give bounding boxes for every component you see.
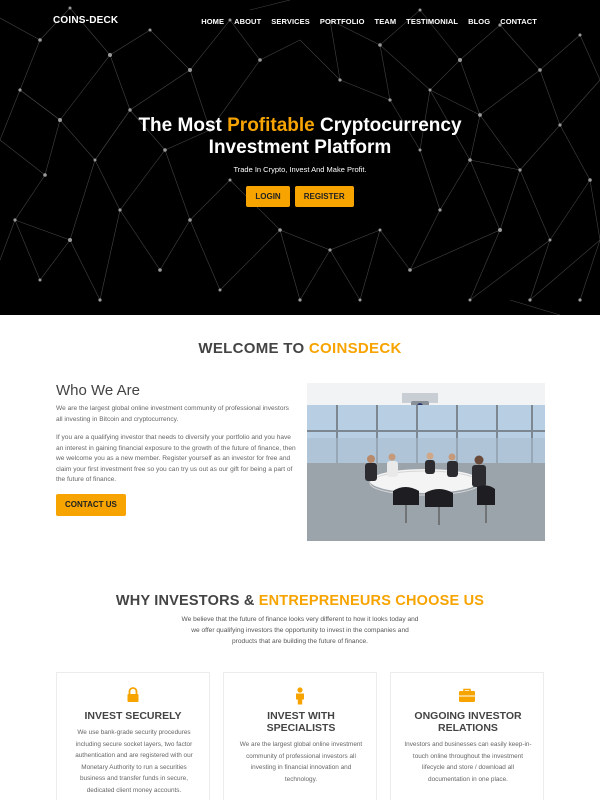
hero-title-part2: Cryptocurrency (314, 115, 462, 136)
hero-title-line2: Investment Platform (208, 137, 392, 158)
nav-team[interactable]: TEAM (375, 17, 397, 26)
hero-buttons: LOGIN REGISTER (0, 186, 600, 207)
hero-section: COINS-DECK HOME ABOUT SERVICES PORTFOLIO… (0, 0, 600, 315)
nav-about[interactable]: ABOUT (234, 17, 261, 26)
person-icon (296, 687, 304, 705)
lock-icon (127, 687, 139, 702)
why-choose-us-text: We believe that the future of finance lo… (181, 616, 419, 645)
why-heading-accent: ENTREPRENEURS CHOOSE US (258, 593, 485, 609)
hero-title-part1: The Most (138, 115, 228, 136)
feature-card-ongoing-investor-relations: ONGOING INVESTOR RELATIONS Investors and… (390, 672, 544, 800)
contact-us-button[interactable]: CONTACT US (56, 494, 126, 516)
who-we-are-paragraph-1: We are the largest global online investm… (56, 405, 289, 423)
hero-title: The Most Profitable Cryptocurrency Inves… (0, 115, 600, 159)
nav-blog[interactable]: BLOG (468, 17, 490, 26)
login-button[interactable]: LOGIN (246, 186, 290, 207)
top-navbar: COINS-DECK HOME ABOUT SERVICES PORTFOLIO… (0, 0, 600, 44)
feature-card-title: INVEST SECURELY (84, 710, 182, 722)
feature-card-title: ONGOING INVESTOR RELATIONS (414, 710, 522, 734)
feature-card-text: We use bank-grade security procedures in… (75, 729, 193, 794)
who-we-are-paragraph-2: If you are a qualifying investor that ne… (56, 434, 296, 483)
nav-contact[interactable]: CONTACT (500, 17, 537, 26)
who-we-are-heading: Who We Are (56, 382, 140, 399)
why-choose-us-heading: WHY INVESTORS & ENTREPRENEURS CHOOSE US (0, 593, 600, 609)
feature-card-invest-securely: INVEST SECURELY We use bank-grade securi… (56, 672, 210, 800)
feature-card-text: Investors and businesses can easily keep… (404, 741, 532, 783)
feature-card-invest-with-specialists: INVEST WITH SPECIALISTS We are the large… (223, 672, 377, 800)
meeting-room-photo (307, 383, 545, 541)
nav-services[interactable]: SERVICES (271, 17, 310, 26)
briefcase-icon (459, 688, 475, 702)
nav-home[interactable]: HOME (201, 17, 224, 26)
nav-testimonial[interactable]: TESTIMONIAL (406, 17, 458, 26)
main-menu: HOME ABOUT SERVICES PORTFOLIO TEAM TESTI… (201, 17, 537, 26)
why-heading-part1: WHY INVESTORS & (115, 593, 259, 609)
welcome-heading-accent: COINSDECK (308, 340, 402, 357)
register-button[interactable]: REGISTER (294, 186, 354, 207)
hero-subtitle: Trade In Crypto, Invest And Make Profit. (233, 165, 367, 174)
welcome-heading-part1: WELCOME TO (198, 340, 309, 357)
site-logo[interactable]: COINS-DECK (53, 15, 118, 26)
nav-portfolio[interactable]: PORTFOLIO (320, 17, 365, 26)
feature-card-text: We are the largest global online investm… (239, 741, 363, 783)
hero-title-accent: Profitable (227, 115, 315, 136)
welcome-heading: WELCOME TO COINSDECK (0, 340, 600, 357)
feature-card-title: INVEST WITH SPECIALISTS (266, 710, 336, 734)
